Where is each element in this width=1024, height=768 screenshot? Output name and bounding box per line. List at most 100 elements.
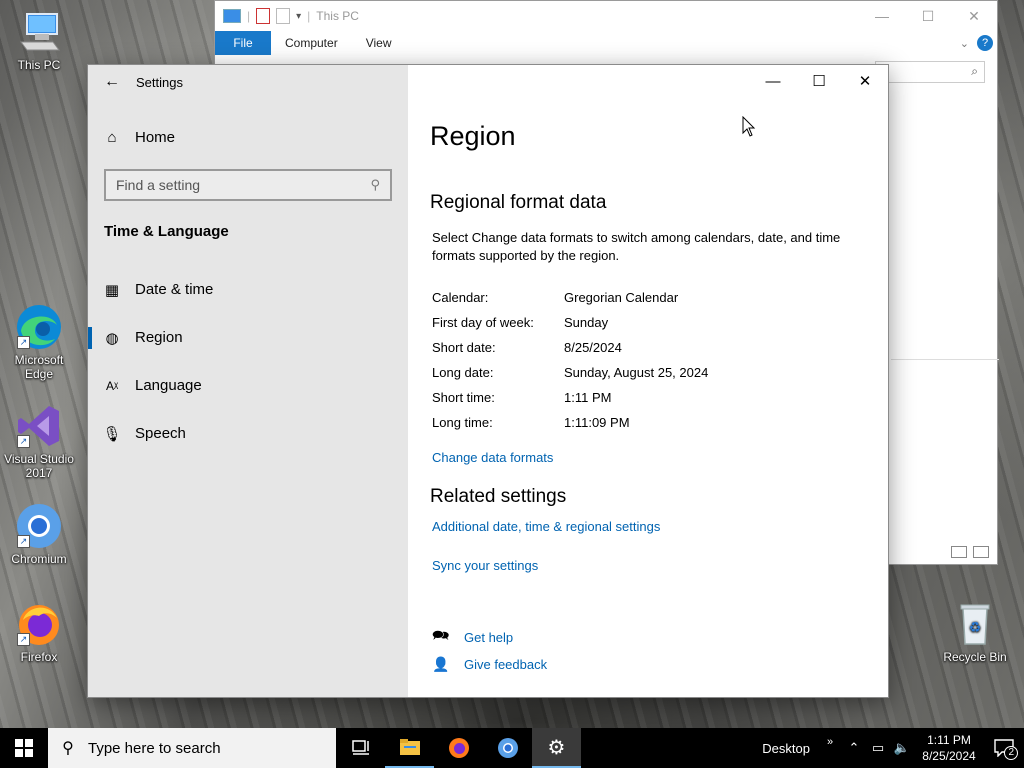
- sync-settings-link[interactable]: Sync your settings: [432, 558, 538, 573]
- nav-section-title: Time & Language: [104, 223, 229, 240]
- view-toggle[interactable]: [951, 546, 989, 558]
- taskbar-chromium[interactable]: [483, 728, 532, 768]
- format-row: Long date: Sunday, August 25, 2024: [432, 365, 708, 380]
- sidebar-item-language[interactable]: Aᵡ Language: [104, 377, 202, 394]
- globe-icon: ◍: [105, 329, 119, 347]
- minimize-button[interactable]: —: [750, 65, 796, 97]
- divider: [891, 359, 999, 360]
- change-data-formats-link[interactable]: Change data formats: [432, 450, 553, 465]
- network-icon[interactable]: ▭: [866, 740, 890, 756]
- format-key: Long time:: [432, 415, 493, 430]
- format-key: Short date:: [432, 340, 496, 355]
- maximize-button[interactable]: ☐: [905, 8, 951, 25]
- large-icons-view-icon[interactable]: [973, 546, 989, 558]
- give-feedback-label: Give feedback: [464, 657, 548, 672]
- desktop-icon-chromium[interactable]: ↗ Chromium: [3, 502, 75, 566]
- chevron-up-icon[interactable]: ⌃: [842, 740, 866, 756]
- computer-icon: [15, 8, 63, 56]
- search-icon: ⚲: [370, 177, 380, 192]
- taskbar: ⚲ Type here to search ⚙ Desktop » ⌃ ▭ 🔈 …: [0, 728, 1024, 768]
- format-row: Short time: 1:11 PM: [432, 390, 611, 405]
- task-view-icon: [351, 740, 369, 755]
- action-center-button[interactable]: 2: [984, 728, 1024, 768]
- taskbar-firefox[interactable]: [434, 728, 483, 768]
- sidebar-item-date-time[interactable]: ▦ Date & time: [104, 281, 214, 299]
- minimize-button[interactable]: —: [859, 8, 905, 25]
- give-feedback-link[interactable]: 👤 Give feedback: [432, 656, 547, 673]
- sidebar-item-label: Date & time: [135, 281, 214, 298]
- settings-nav-pane: ← Settings ⌂ Home Find a setting ⚲ Time …: [88, 65, 408, 697]
- start-button[interactable]: [0, 728, 48, 768]
- details-view-icon[interactable]: [951, 546, 967, 558]
- desktop-icon-label: Microsoft Edge: [14, 353, 64, 381]
- volume-icon[interactable]: 🔈: [890, 740, 914, 756]
- find-setting-input[interactable]: Find a setting ⚲: [104, 169, 392, 201]
- maximize-button[interactable]: ☐: [796, 65, 842, 97]
- new-folder-icon[interactable]: [276, 8, 291, 24]
- task-view-button[interactable]: [336, 728, 385, 768]
- back-arrow-icon[interactable]: ←: [88, 73, 136, 91]
- recycle-bin-icon: ♻: [951, 600, 999, 648]
- desktop-icon-edge[interactable]: ↗ Microsoft Edge: [3, 303, 75, 381]
- settings-titlebar[interactable]: ← Settings: [88, 65, 408, 99]
- taskbar-settings[interactable]: ⚙: [532, 728, 581, 768]
- firefox-icon: ↗: [15, 600, 63, 648]
- window-controls: — ☐ ✕: [750, 65, 888, 97]
- related-settings-heading: Related settings: [430, 486, 567, 507]
- taskbar-file-explorer[interactable]: [385, 728, 434, 768]
- svg-text:♻: ♻: [969, 620, 982, 636]
- desktop-toolbar-label[interactable]: Desktop: [762, 741, 810, 756]
- format-key: Long date:: [432, 365, 494, 380]
- clock[interactable]: 1:11 PM 8/25/2024: [914, 732, 984, 764]
- clock-date: 8/25/2024: [922, 749, 976, 763]
- home-icon: ⌂: [107, 129, 117, 146]
- additional-settings-link[interactable]: Additional date, time & regional setting…: [432, 519, 660, 534]
- desktop-icon-this-pc[interactable]: This PC: [3, 8, 75, 72]
- nav-home[interactable]: ⌂ Home: [104, 129, 175, 146]
- sidebar-item-label: Speech: [135, 425, 186, 442]
- regional-format-heading: Regional format data: [430, 192, 607, 213]
- calendar-clock-icon: ▦: [104, 281, 120, 299]
- close-button[interactable]: ✕: [842, 65, 888, 97]
- tab-computer[interactable]: Computer: [271, 36, 352, 50]
- firefox-icon: [448, 738, 469, 758]
- tab-view[interactable]: View: [352, 36, 406, 50]
- microphone-icon: 🎙: [102, 425, 122, 443]
- desktop-icon-firefox[interactable]: ↗ Firefox: [3, 600, 75, 664]
- desktop-icon-recycle-bin[interactable]: ♻ Recycle Bin: [939, 600, 1011, 664]
- format-row: Short date: 8/25/2024: [432, 340, 622, 355]
- close-button[interactable]: ✕: [951, 8, 997, 25]
- settings-window[interactable]: ← Settings ⌂ Home Find a setting ⚲ Time …: [88, 65, 888, 697]
- nav-home-label: Home: [135, 129, 176, 146]
- chevron-down-icon[interactable]: ⌄: [960, 37, 969, 50]
- taskbar-search-placeholder: Type here to search: [88, 739, 221, 757]
- explorer-ribbon: File Computer View ⌄ ?: [215, 31, 997, 55]
- desktop-icon-visual-studio[interactable]: ↗ Visual Studio 2017: [3, 402, 75, 480]
- explorer-titlebar[interactable]: | ▾ | This PC — ☐ ✕: [215, 1, 997, 31]
- search-icon: ⌕: [971, 64, 978, 78]
- desktop-icon-label: This PC: [17, 58, 61, 72]
- page-title: Region: [430, 121, 516, 151]
- format-value: Sunday, August 25, 2024: [564, 365, 709, 380]
- format-row: Long time: 1:11:09 PM: [432, 415, 630, 430]
- tab-file[interactable]: File: [215, 31, 271, 55]
- get-help-link[interactable]: 🗪 Get help: [432, 625, 513, 649]
- search-placeholder: Find a setting: [116, 177, 201, 193]
- folder-icon: [399, 739, 420, 755]
- settings-window-title: Settings: [136, 74, 183, 90]
- settings-content-pane: — ☐ ✕ Region Regional format data Select…: [408, 65, 888, 697]
- search-icon: ⚲: [62, 740, 74, 757]
- get-help-label: Get help: [464, 629, 514, 645]
- help-icon[interactable]: ?: [977, 35, 993, 51]
- sidebar-item-region[interactable]: ◍ Region: [104, 329, 182, 347]
- chevron-down-icon[interactable]: ▾: [296, 11, 301, 22]
- visual-studio-icon: ↗: [15, 402, 63, 450]
- properties-icon[interactable]: [256, 8, 271, 24]
- sidebar-item-speech[interactable]: 🎙 Speech: [102, 425, 186, 443]
- desktop-icon-label: Visual Studio 2017: [4, 452, 74, 480]
- chromium-icon: [497, 738, 518, 758]
- desktop-icon-label: Chromium: [11, 552, 67, 566]
- chevron-double-icon[interactable]: »: [818, 736, 842, 748]
- taskbar-search-box[interactable]: ⚲ Type here to search: [48, 728, 336, 768]
- explorer-search-box[interactable]: ⌕: [875, 61, 985, 83]
